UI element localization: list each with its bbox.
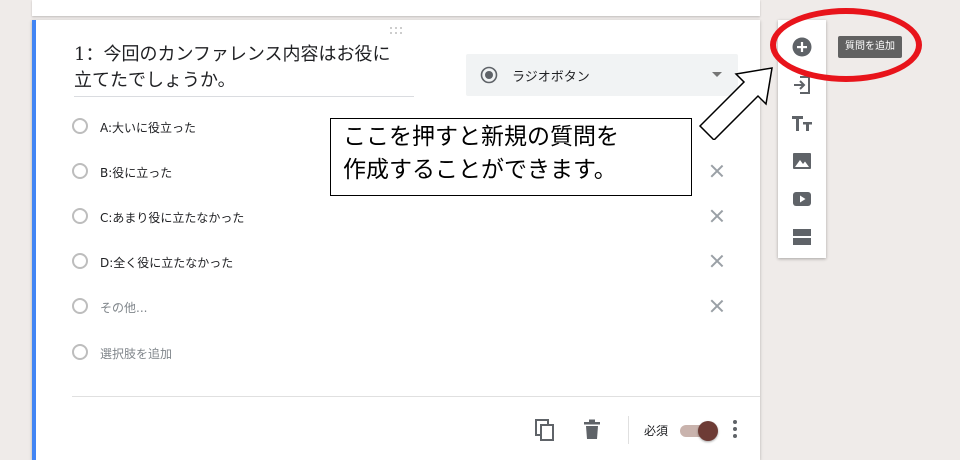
radio-circle-icon <box>72 208 88 224</box>
add-image-icon[interactable] <box>790 149 814 173</box>
question-card[interactable]: 1：今回のカンファレンス内容はお役に 立てたでしょうか。 ラジオボタン A:大い… <box>32 20 760 460</box>
question-title-line-1: 1：今回のカンファレンス内容はお役に <box>74 44 391 65</box>
option-label[interactable]: B:役に立った <box>100 164 172 181</box>
close-icon[interactable] <box>708 252 726 270</box>
footer-divider <box>72 396 760 397</box>
option-label[interactable]: A:大いに役立った <box>100 119 196 136</box>
add-option-row[interactable]: 選択肢を追加 <box>72 342 712 366</box>
radio-circle-icon <box>72 253 88 269</box>
question-title-input[interactable]: 1：今回のカンファレンス内容はお役に 立てたでしょうか。 <box>74 42 414 97</box>
footer-vertical-divider <box>628 416 629 444</box>
radio-circle-icon <box>72 298 88 314</box>
add-option-input[interactable]: 選択肢を追加 <box>100 345 172 362</box>
close-icon[interactable] <box>708 162 726 180</box>
add-section-icon[interactable] <box>790 225 814 249</box>
add-video-icon[interactable] <box>790 187 814 211</box>
option-row-other[interactable]: その他... <box>72 296 712 320</box>
option-label-other[interactable]: その他... <box>100 299 147 316</box>
option-label[interactable]: C:あまり役に立たなかった <box>100 209 244 226</box>
option-label[interactable]: D:全く役に立たなかった <box>100 254 233 271</box>
annotation-line-2: 作成することができます。 <box>343 157 617 183</box>
annotation-highlight-ring <box>770 8 922 82</box>
add-title-icon[interactable] <box>790 111 814 135</box>
delete-icon[interactable] <box>582 418 602 442</box>
option-row[interactable]: D:全く役に立たなかった <box>72 251 712 275</box>
option-row[interactable]: C:あまり役に立たなかった <box>72 206 712 230</box>
radio-circle-icon <box>72 344 88 360</box>
drag-handle-icon[interactable] <box>388 26 408 36</box>
annotation-callout: ここを押すと新規の質問を 作成することができます。 <box>330 118 692 196</box>
previous-question-card <box>32 0 760 16</box>
annotation-arrow-icon <box>698 67 773 140</box>
question-title-line-2: 立てたでしょうか。 <box>74 70 236 91</box>
close-icon[interactable] <box>708 297 726 315</box>
required-label: 必須 <box>644 424 669 438</box>
radio-circle-icon <box>72 118 88 134</box>
radio-button-icon <box>480 66 498 84</box>
annotation-line-1: ここを押すと新規の質問を <box>343 124 619 150</box>
duplicate-icon[interactable] <box>534 418 556 442</box>
question-type-label: ラジオボタン <box>512 70 590 85</box>
toggle-thumb <box>698 421 718 441</box>
close-icon[interactable] <box>708 207 726 225</box>
active-card-indicator <box>32 20 36 460</box>
question-footer-toolbar: 必須 <box>532 416 752 444</box>
more-vert-icon[interactable] <box>732 420 738 440</box>
radio-circle-icon <box>72 163 88 179</box>
required-toggle[interactable] <box>680 421 718 441</box>
